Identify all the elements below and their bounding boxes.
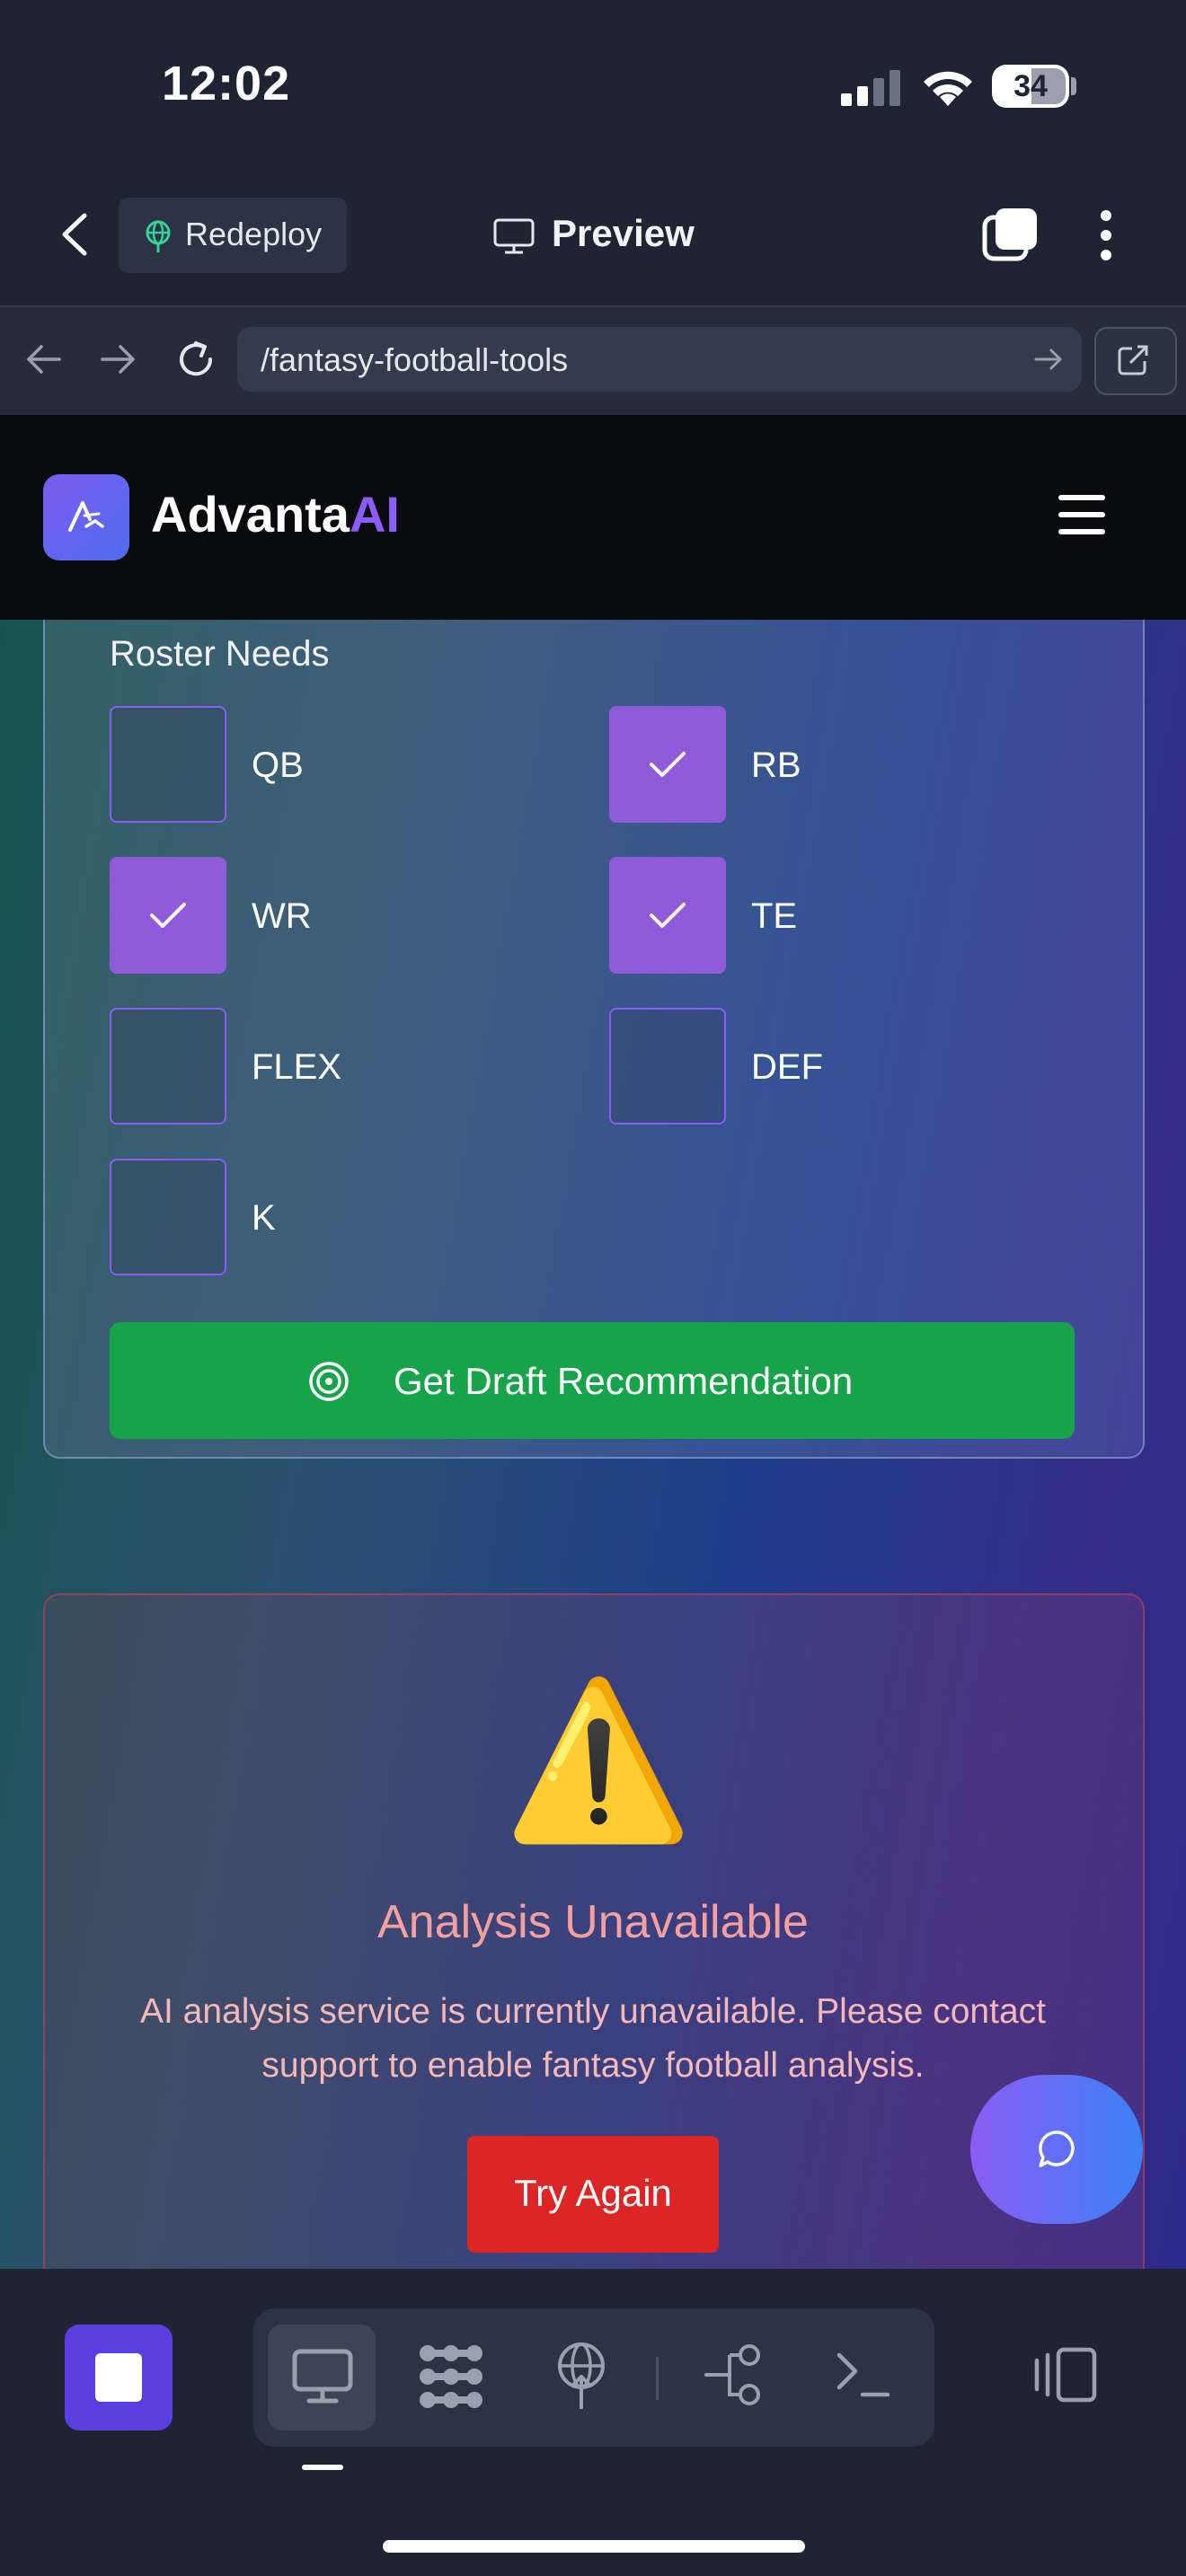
back-chevron-icon[interactable] <box>59 212 90 257</box>
wifi-icon <box>924 71 972 106</box>
checkbox-k-label: K <box>252 1198 276 1238</box>
preview-monitor-icon <box>292 2349 353 2404</box>
checkbox-qb-label: QB <box>252 745 304 785</box>
tabs-icon[interactable] <box>981 207 1040 262</box>
checkmark-icon <box>650 903 686 928</box>
git-branch-icon[interactable] <box>703 2342 767 2409</box>
preview-label: Preview <box>552 212 695 254</box>
more-options-icon[interactable] <box>1098 208 1114 262</box>
checkmark-icon <box>650 752 686 777</box>
checkbox-def-label: DEF <box>751 1047 823 1087</box>
extensions-icon[interactable] <box>417 2342 485 2411</box>
error-message: AI analysis service is currently unavail… <box>140 1992 1046 2085</box>
checkbox-te[interactable] <box>609 857 726 974</box>
try-again-label: Try Again <box>514 2172 672 2214</box>
checkmark-icon <box>150 903 186 928</box>
checkbox-rb-label: RB <box>751 745 801 785</box>
checkbox-k[interactable] <box>110 1159 226 1275</box>
terminal-icon[interactable] <box>836 2350 891 2400</box>
roster-needs-label: Roster Needs <box>110 634 330 674</box>
brand-name-accent: AI <box>349 486 400 543</box>
error-title: Analysis Unavailable <box>377 1896 809 1948</box>
warning-icon: ⚠️ <box>503 1675 694 1846</box>
hamburger-menu-icon[interactable] <box>1057 492 1107 537</box>
browser-forward-icon[interactable] <box>99 343 137 375</box>
brand-logo[interactable] <box>43 474 129 560</box>
checkbox-flex[interactable] <box>110 1008 226 1125</box>
url-text: /fantasy-football-tools <box>261 341 569 378</box>
get-draft-recommendation-label: Get Draft Recommendation <box>394 1360 854 1402</box>
checkbox-wr[interactable] <box>110 857 226 974</box>
target-icon <box>309 1362 349 1401</box>
active-tool-indicator <box>302 2465 343 2470</box>
home-indicator <box>383 2540 805 2553</box>
brand-name-main: Advanta <box>151 486 350 543</box>
redeploy-label: Redeploy <box>185 216 323 252</box>
chat-bubble-icon <box>1039 2130 1075 2167</box>
stop-icon <box>95 2353 142 2402</box>
layout-panel-icon[interactable] <box>1033 2346 1098 2404</box>
battery-level: 34 <box>1013 69 1048 103</box>
go-arrow-icon[interactable] <box>1033 347 1064 372</box>
browser-back-icon[interactable] <box>25 343 63 375</box>
external-link-icon <box>1118 345 1148 375</box>
signal-icon <box>841 70 900 106</box>
logo-mark-icon <box>68 501 104 532</box>
redeploy-globe-icon <box>146 220 171 252</box>
checkbox-te-label: TE <box>751 896 798 936</box>
chat-fab-button[interactable] <box>970 2075 1143 2224</box>
deploy-globe-icon[interactable] <box>552 2341 611 2411</box>
battery-cap <box>1071 77 1076 95</box>
status-time: 12:02 <box>162 57 291 110</box>
checkbox-rb[interactable] <box>609 706 726 823</box>
checkbox-wr-label: WR <box>252 896 312 936</box>
checkbox-def[interactable] <box>609 1008 726 1125</box>
checkbox-qb[interactable] <box>110 706 226 823</box>
reload-icon[interactable] <box>174 338 217 381</box>
tool-divider <box>656 2357 659 2400</box>
brand-name[interactable]: AdvantaAI <box>151 485 400 543</box>
checkbox-flex-label: FLEX <box>252 1047 342 1087</box>
monitor-icon <box>493 218 535 254</box>
